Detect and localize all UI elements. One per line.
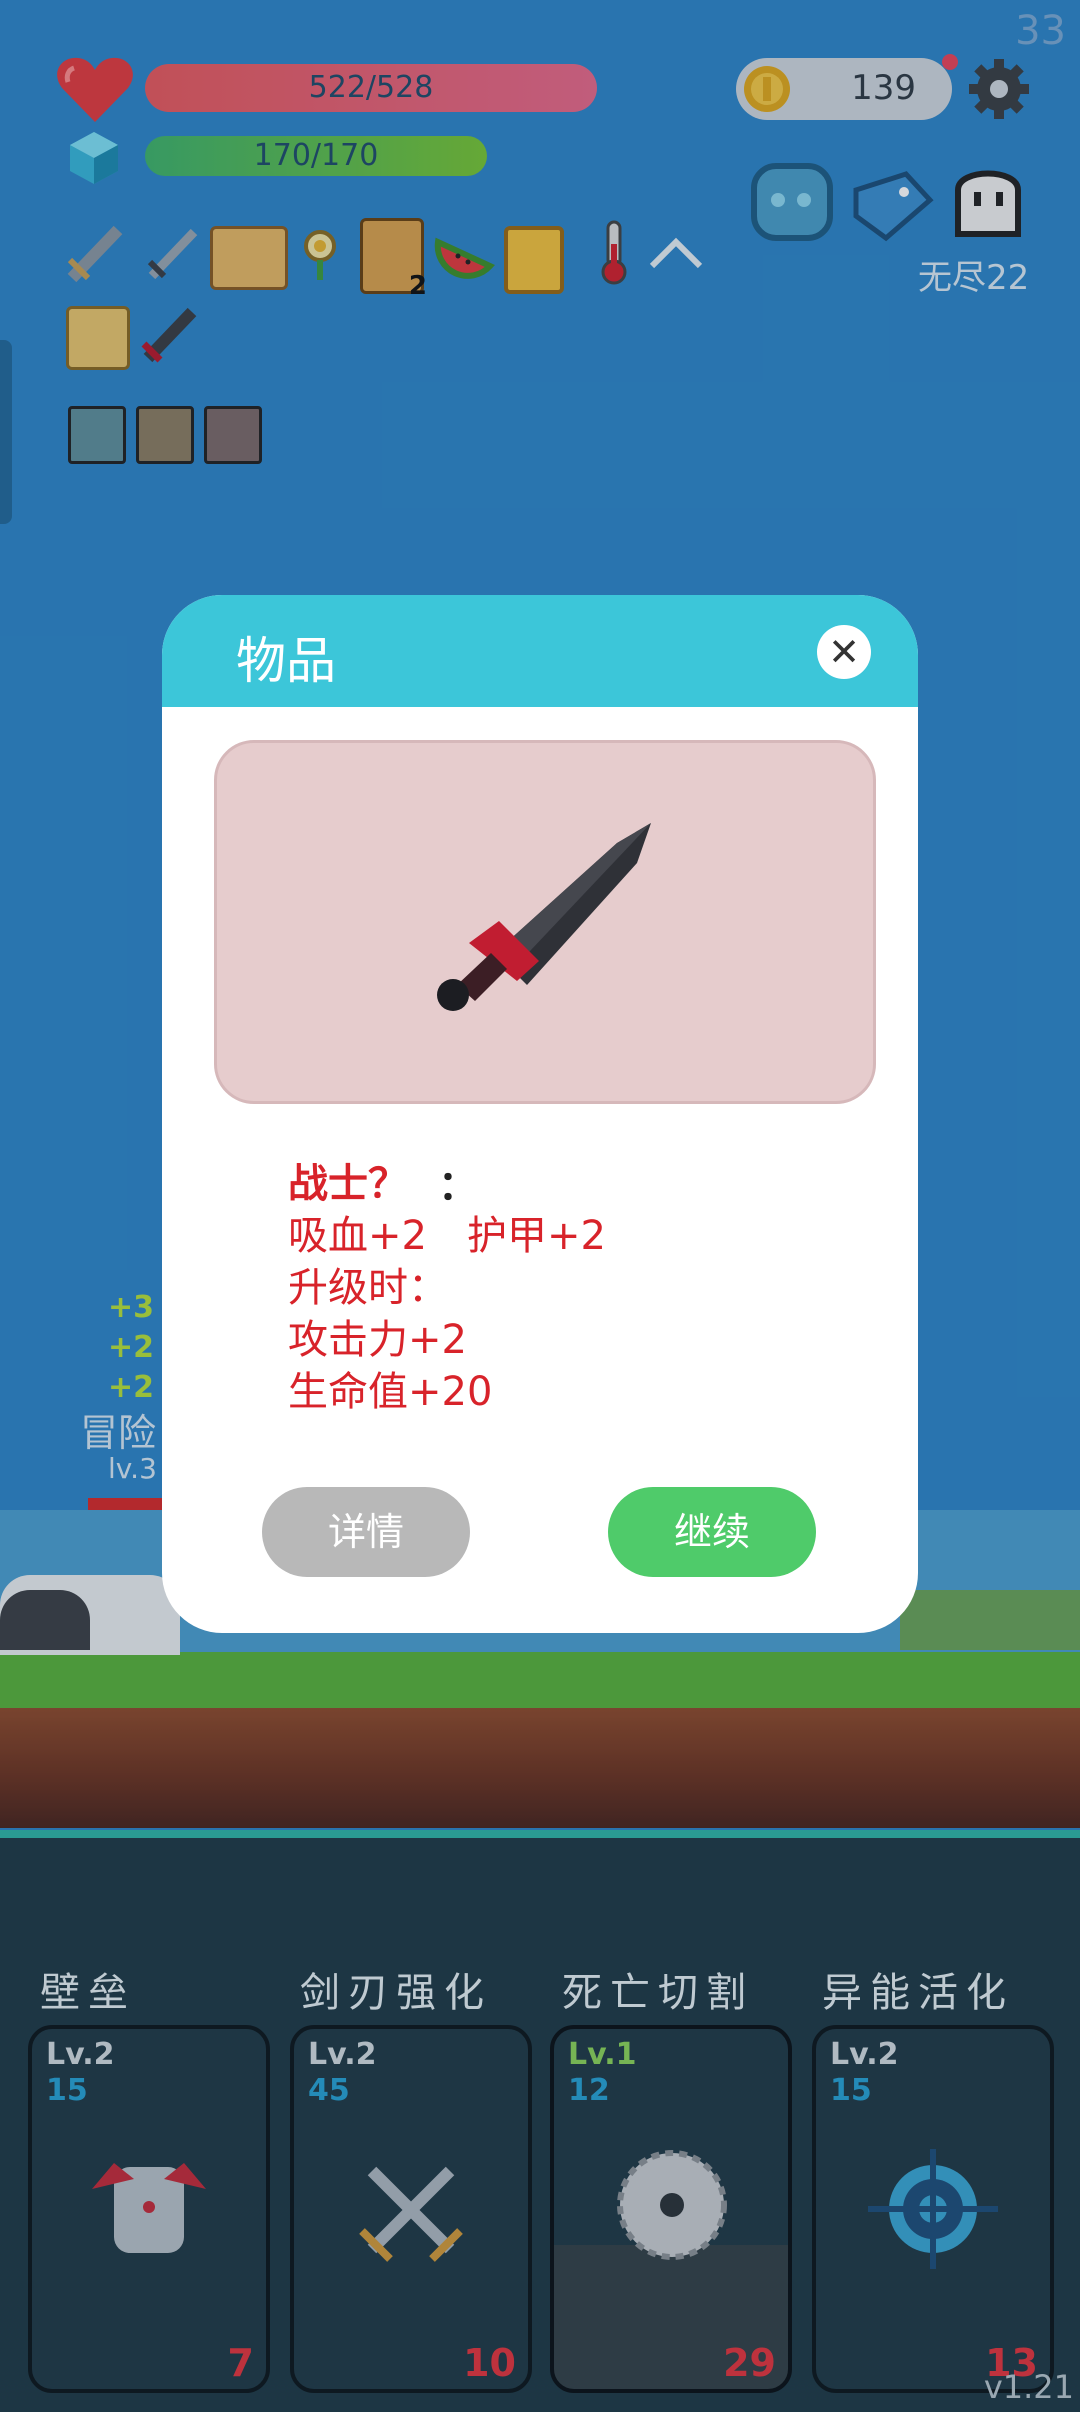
close-button[interactable]: ✕ bbox=[817, 625, 871, 679]
detail-button[interactable]: 详情 bbox=[262, 1487, 470, 1577]
item-preview bbox=[214, 740, 876, 1104]
item-dialog: 物品 ✕ 战士？ ： 吸血+2 护甲+2 升级时： 攻击力+2 生命值+20 详… bbox=[162, 595, 918, 1633]
continue-button[interactable]: 继续 bbox=[608, 1487, 816, 1577]
item-stat-line: 攻击力+2 bbox=[288, 1317, 467, 1363]
item-stat-line: 吸血+2 护甲+2 bbox=[288, 1213, 606, 1259]
item-name: 战士？ bbox=[288, 1161, 408, 1207]
dialog-title: 物品 bbox=[236, 632, 336, 690]
dark-sword-icon bbox=[437, 823, 651, 1011]
item-stat-line: 升级时： bbox=[288, 1265, 448, 1311]
item-stat-line: 生命值+20 bbox=[288, 1369, 493, 1415]
